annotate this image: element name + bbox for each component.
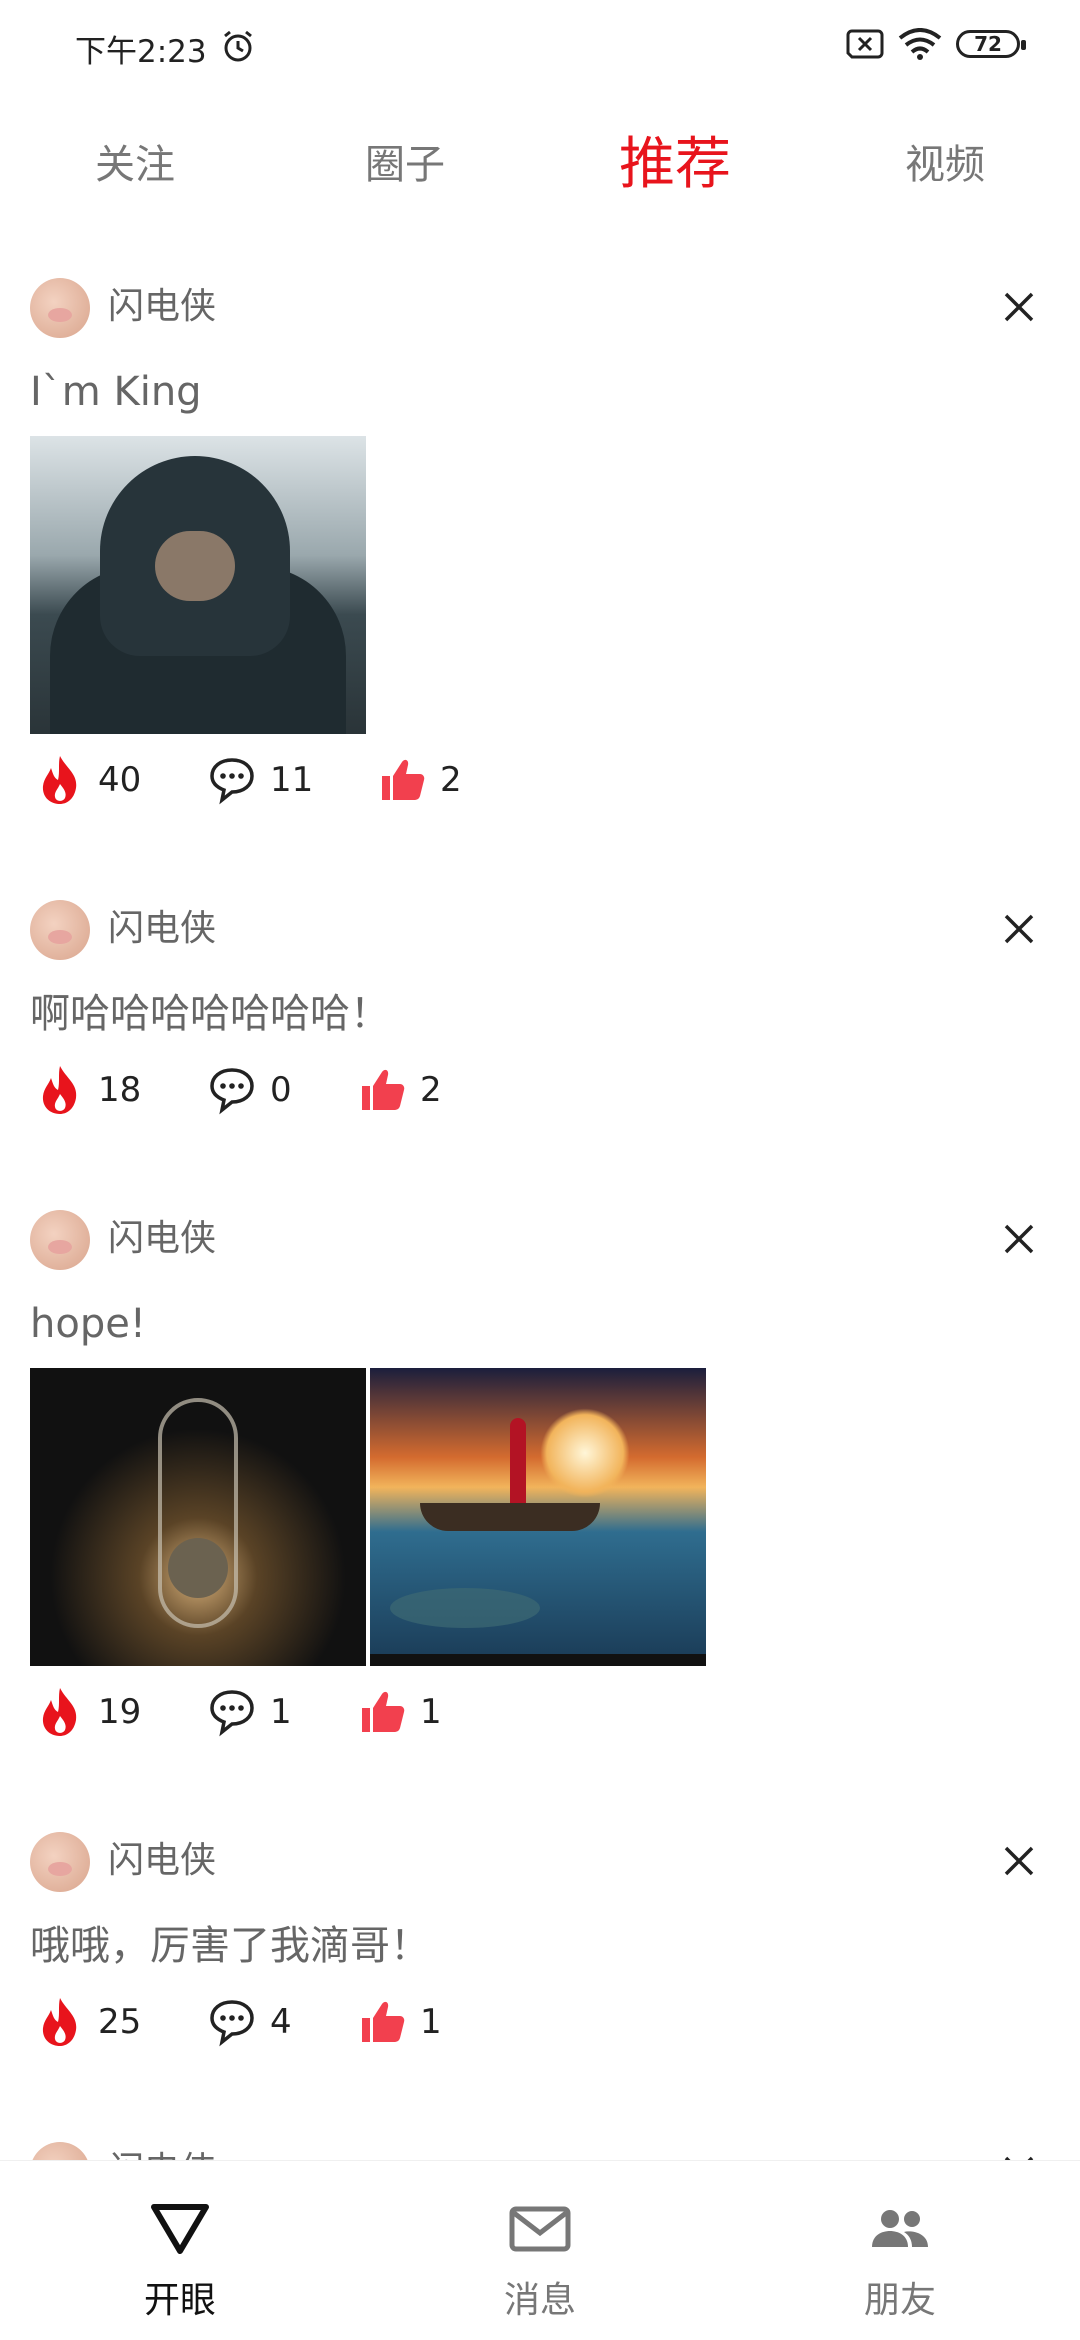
comment-count: 11 bbox=[270, 760, 314, 800]
close-icon[interactable] bbox=[1002, 912, 1036, 946]
post-text: 哦哦，厉害了我滴哥！ bbox=[30, 1923, 430, 1969]
post-image[interactable] bbox=[370, 1368, 706, 1666]
heat-count: 40 bbox=[98, 760, 142, 800]
comment-icon bbox=[210, 1068, 254, 1115]
author-name[interactable]: 闪电侠 bbox=[108, 1214, 216, 1264]
author-name[interactable]: 闪电侠 bbox=[108, 1836, 216, 1886]
people-icon bbox=[872, 2210, 928, 2247]
flame-icon bbox=[42, 756, 77, 804]
post-image[interactable] bbox=[30, 436, 366, 734]
comment-icon bbox=[210, 2000, 254, 2047]
alarm-icon bbox=[224, 30, 252, 62]
avatar[interactable] bbox=[30, 900, 90, 960]
like-count: 2 bbox=[440, 760, 462, 800]
thumbs-up-icon bbox=[362, 2001, 405, 2042]
sim-icon bbox=[846, 29, 884, 59]
thumbs-up-icon bbox=[362, 1069, 405, 1110]
comment-stat[interactable]: 4 bbox=[208, 1996, 292, 2048]
heat-count: 18 bbox=[98, 1070, 142, 1110]
battery-indicator: 72 bbox=[956, 30, 1026, 58]
thumbs-up-icon bbox=[362, 1691, 405, 1732]
post-stats: 18 0 2 bbox=[30, 1044, 1050, 1144]
nav-label: 消息 bbox=[503, 2280, 576, 2321]
thumbs-up-icon bbox=[382, 759, 425, 800]
post-text: I`m King bbox=[30, 369, 202, 415]
like-stat[interactable]: 2 bbox=[378, 754, 462, 806]
post-header: 闪电侠 bbox=[30, 1184, 1050, 1294]
top-tabs: 关注 圈子 推荐 视频 bbox=[0, 110, 1080, 220]
comment-stat[interactable]: 1 bbox=[208, 1686, 292, 1738]
comment-icon bbox=[210, 1690, 254, 1737]
post-stats: 25 4 1 bbox=[30, 1976, 1050, 2076]
tab-video[interactable]: 视频 bbox=[810, 110, 1080, 220]
post-image[interactable] bbox=[30, 1368, 366, 1666]
heat-stat: 19 bbox=[36, 1686, 141, 1738]
close-icon[interactable] bbox=[1002, 290, 1036, 324]
feed-post[interactable]: 闪电侠 hope! 19 1 1 bbox=[0, 1184, 1080, 1806]
tab-recommend[interactable]: 推荐 bbox=[540, 110, 810, 220]
comment-stat[interactable]: 11 bbox=[208, 754, 313, 806]
like-count: 1 bbox=[420, 1692, 442, 1732]
tab-follow[interactable]: 关注 bbox=[0, 110, 270, 220]
wifi-icon bbox=[898, 28, 942, 60]
nav-label: 开眼 bbox=[143, 2280, 216, 2321]
nav-item-messages[interactable]: 消息 bbox=[360, 2161, 720, 2340]
comment-count: 4 bbox=[270, 2002, 292, 2042]
nav-label: 朋友 bbox=[863, 2280, 936, 2321]
author-name[interactable]: 闪电侠 bbox=[108, 2146, 216, 2160]
close-icon[interactable] bbox=[1002, 1222, 1036, 1256]
like-stat[interactable]: 2 bbox=[358, 1064, 442, 1116]
comment-count: 0 bbox=[270, 1070, 292, 1110]
post-header: 闪电侠 bbox=[30, 1806, 1050, 1916]
like-count: 2 bbox=[420, 1070, 442, 1110]
flame-icon bbox=[42, 1066, 77, 1114]
post-images bbox=[30, 436, 1050, 734]
post-header: 闪电侠 bbox=[30, 252, 1050, 362]
avatar[interactable] bbox=[30, 1210, 90, 1270]
avatar[interactable] bbox=[30, 1832, 90, 1892]
feed-post[interactable]: 闪电侠 I`m King 40 11 2 bbox=[0, 252, 1080, 874]
mail-icon bbox=[509, 2206, 571, 2252]
triangle-logo-icon bbox=[151, 2204, 209, 2254]
comment-stat[interactable]: 0 bbox=[208, 1064, 292, 1116]
post-header: 闪电侠 bbox=[30, 874, 1050, 984]
flame-icon bbox=[42, 1998, 77, 2046]
post-stats: 40 11 2 bbox=[30, 734, 1050, 834]
avatar[interactable] bbox=[30, 2142, 90, 2160]
bottom-nav: 开眼 消息 朋友 bbox=[0, 2160, 1080, 2340]
nav-item-friends[interactable]: 朋友 bbox=[720, 2161, 1080, 2340]
tab-circle[interactable]: 圈子 bbox=[270, 110, 540, 220]
post-text: hope! bbox=[30, 1301, 146, 1347]
heat-stat: 18 bbox=[36, 1064, 141, 1116]
like-stat[interactable]: 1 bbox=[358, 1686, 442, 1738]
feed-post[interactable]: 闪电侠 啊哈哈哈哈哈哈哈！ 18 0 2 bbox=[0, 874, 1080, 1184]
feed-post[interactable]: 闪电侠 哦哦，厉害了我滴哥！ 25 4 1 bbox=[0, 1806, 1080, 2116]
feed-list[interactable]: 闪电侠 I`m King 40 11 2 闪电侠 啊哈哈哈哈哈哈哈！ 18 0 … bbox=[0, 252, 1080, 2160]
post-text: 啊哈哈哈哈哈哈哈！ bbox=[30, 991, 390, 1037]
status-time: 下午2:23 bbox=[75, 34, 207, 70]
close-icon[interactable] bbox=[1002, 1844, 1036, 1878]
post-header: 闪电侠 bbox=[30, 2116, 1050, 2160]
heat-count: 19 bbox=[98, 1692, 142, 1732]
post-stats: 19 1 1 bbox=[30, 1666, 1050, 1766]
like-stat[interactable]: 1 bbox=[358, 1996, 442, 2048]
comment-icon bbox=[210, 758, 254, 805]
heat-count: 25 bbox=[98, 2002, 142, 2042]
heat-stat: 25 bbox=[36, 1996, 141, 2048]
flame-icon bbox=[42, 1688, 77, 1736]
status-bar: 下午2:23 72 bbox=[0, 0, 1080, 96]
avatar[interactable] bbox=[30, 278, 90, 338]
author-name[interactable]: 闪电侠 bbox=[108, 282, 216, 332]
comment-count: 1 bbox=[270, 1692, 292, 1732]
heat-stat: 40 bbox=[36, 754, 141, 806]
feed-post[interactable]: 闪电侠 bbox=[0, 2116, 1080, 2160]
like-count: 1 bbox=[420, 2002, 442, 2042]
author-name[interactable]: 闪电侠 bbox=[108, 904, 216, 954]
post-images bbox=[30, 1368, 1050, 1666]
nav-item-kaiyan[interactable]: 开眼 bbox=[0, 2161, 360, 2340]
